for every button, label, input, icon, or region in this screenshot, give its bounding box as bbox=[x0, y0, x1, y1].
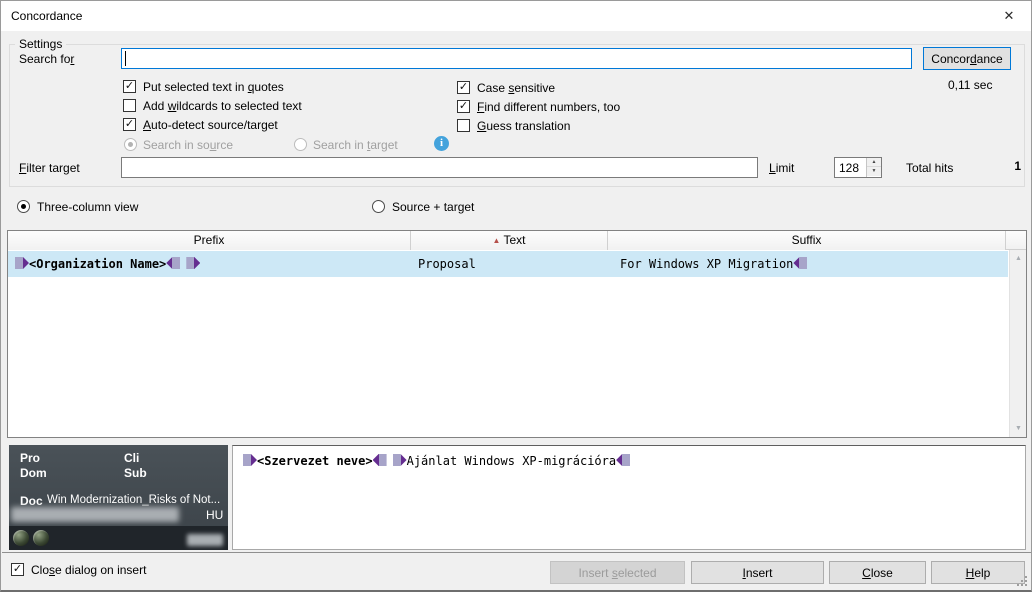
column-header-suffix[interactable]: Suffix bbox=[608, 231, 1006, 250]
checkbox-auto-detect-label: Auto-detect source/target bbox=[143, 118, 278, 132]
target-segment: <Szervezet neve> Ajánlat Windows XP-migrá… bbox=[243, 454, 630, 468]
scroll-up-icon[interactable]: ▲ bbox=[1010, 250, 1027, 267]
tag-open-icon bbox=[15, 257, 29, 269]
limit-value: 128 bbox=[839, 161, 859, 175]
checkbox-find-numbers-label: Find different numbers, too bbox=[477, 100, 620, 114]
tag-open-icon bbox=[243, 454, 257, 466]
checkbox-add-wildcards[interactable] bbox=[123, 99, 136, 112]
tag-open-icon bbox=[186, 257, 200, 269]
subject-label: Sub bbox=[124, 466, 147, 480]
radio-three-column-view[interactable] bbox=[17, 200, 30, 213]
elapsed-time: 0,11 sec bbox=[948, 78, 992, 92]
checkbox-auto-detect[interactable] bbox=[123, 118, 136, 131]
checkbox-case-sensitive-label: Case sensitive bbox=[477, 81, 555, 95]
domain-label: Dom bbox=[20, 466, 47, 480]
dialog-title: Concordance bbox=[11, 9, 82, 23]
close-button[interactable]: Close bbox=[829, 561, 926, 584]
column-header-text[interactable]: ▲Text bbox=[411, 231, 608, 250]
search-input[interactable] bbox=[121, 48, 912, 69]
redacted-text bbox=[11, 507, 179, 522]
footer-separator bbox=[2, 552, 1032, 553]
table-scrollbar[interactable]: ▲ ▼ bbox=[1009, 250, 1026, 437]
filter-target-label: Filter target bbox=[19, 161, 80, 175]
insert-button[interactable]: Insert bbox=[691, 561, 824, 584]
radio-three-column-view-label: Three-column view bbox=[37, 200, 138, 214]
checkbox-put-quotes-label: Put selected text in quotes bbox=[143, 80, 284, 94]
spinner-buttons: ▲ ▼ bbox=[866, 158, 881, 177]
limit-label: Limit bbox=[769, 161, 794, 175]
tag-close-icon bbox=[166, 257, 180, 269]
radio-source-plus-target-label: Source + target bbox=[392, 200, 474, 214]
total-hits-label: Total hits bbox=[906, 161, 953, 175]
checkbox-find-numbers[interactable] bbox=[457, 100, 470, 113]
tag-open-icon bbox=[393, 454, 407, 466]
checkbox-close-on-insert[interactable] bbox=[11, 563, 24, 576]
spinner-down-icon[interactable]: ▼ bbox=[867, 167, 881, 176]
close-icon[interactable]: ✕ bbox=[997, 6, 1021, 26]
project-label: Pro bbox=[20, 451, 40, 465]
radio-source-plus-target[interactable] bbox=[372, 200, 385, 213]
spinner-up-icon[interactable]: ▲ bbox=[867, 158, 881, 167]
tag-close-icon bbox=[373, 454, 387, 466]
tm-status-icon bbox=[33, 530, 49, 546]
help-button[interactable]: Help bbox=[931, 561, 1025, 584]
insert-selected-button: Insert selected bbox=[550, 561, 685, 584]
document-value: Win Modernization_Risks of Not... bbox=[47, 494, 220, 506]
radio-search-in-source bbox=[124, 138, 137, 151]
tag-close-icon bbox=[793, 257, 807, 269]
tm-status-icon bbox=[13, 530, 29, 546]
checkbox-guess-translation-label: Guess translation bbox=[477, 119, 570, 133]
sort-ascending-icon: ▲ bbox=[493, 236, 501, 245]
checkbox-case-sensitive[interactable] bbox=[457, 81, 470, 94]
target-text-panel: <Szervezet neve> Ajánlat Windows XP-migrá… bbox=[232, 445, 1026, 550]
suffix-text: For Windows XP Migration bbox=[620, 257, 793, 271]
results-table: Prefix ▲Text Suffix <Organization Name> … bbox=[7, 230, 1027, 438]
radio-search-in-target bbox=[294, 138, 307, 151]
target-tag-text: <Szervezet neve> bbox=[257, 454, 373, 468]
checkbox-put-quotes[interactable] bbox=[123, 80, 136, 93]
titlebar: Concordance ✕ bbox=[1, 1, 1031, 31]
limit-spinner[interactable]: 128 ▲ ▼ bbox=[834, 157, 882, 178]
text-caret bbox=[125, 51, 126, 66]
radio-search-in-target-label: Search in target bbox=[313, 138, 398, 152]
metadata-panel-strip bbox=[9, 526, 228, 550]
document-label: Doc bbox=[20, 494, 43, 508]
tag-close-icon bbox=[616, 454, 630, 466]
target-segment-text: Ajánlat Windows XP-migrációra bbox=[407, 454, 617, 468]
search-for-label: Search for bbox=[19, 52, 74, 66]
scroll-down-icon[interactable]: ▼ bbox=[1010, 420, 1027, 437]
checkbox-guess-translation[interactable] bbox=[457, 119, 470, 132]
resize-grip-icon[interactable] bbox=[1017, 576, 1027, 586]
language-code: HU bbox=[206, 508, 223, 522]
column-header-prefix[interactable]: Prefix bbox=[8, 231, 411, 250]
table-header: Prefix ▲Text Suffix bbox=[8, 231, 1026, 250]
cell-prefix: <Organization Name> bbox=[8, 251, 411, 277]
checkbox-close-on-insert-label: Close dialog on insert bbox=[31, 563, 146, 577]
prefix-tag-text: <Organization Name> bbox=[29, 257, 166, 271]
table-row[interactable]: <Organization Name> Proposal For Windows… bbox=[8, 251, 1008, 277]
radio-search-in-source-label: Search in source bbox=[143, 138, 233, 152]
cell-suffix: For Windows XP Migration bbox=[613, 251, 1006, 277]
metadata-panel: Pro Cli Dom Sub Doc Win Modernization_Ri… bbox=[9, 445, 228, 550]
settings-group-label: Settings bbox=[15, 37, 66, 51]
concordance-button[interactable]: Concordance bbox=[923, 47, 1011, 70]
filter-target-input[interactable] bbox=[121, 157, 758, 178]
checkbox-add-wildcards-label: Add wildcards to selected text bbox=[143, 99, 302, 113]
total-hits-value: 1 bbox=[1001, 159, 1021, 173]
client-label: Cli bbox=[124, 451, 139, 465]
redacted-text bbox=[187, 534, 223, 546]
concordance-dialog: Concordance ✕ Settings Search for Concor… bbox=[0, 0, 1032, 592]
cell-text: Proposal bbox=[411, 251, 608, 277]
info-icon[interactable]: i bbox=[434, 136, 449, 151]
